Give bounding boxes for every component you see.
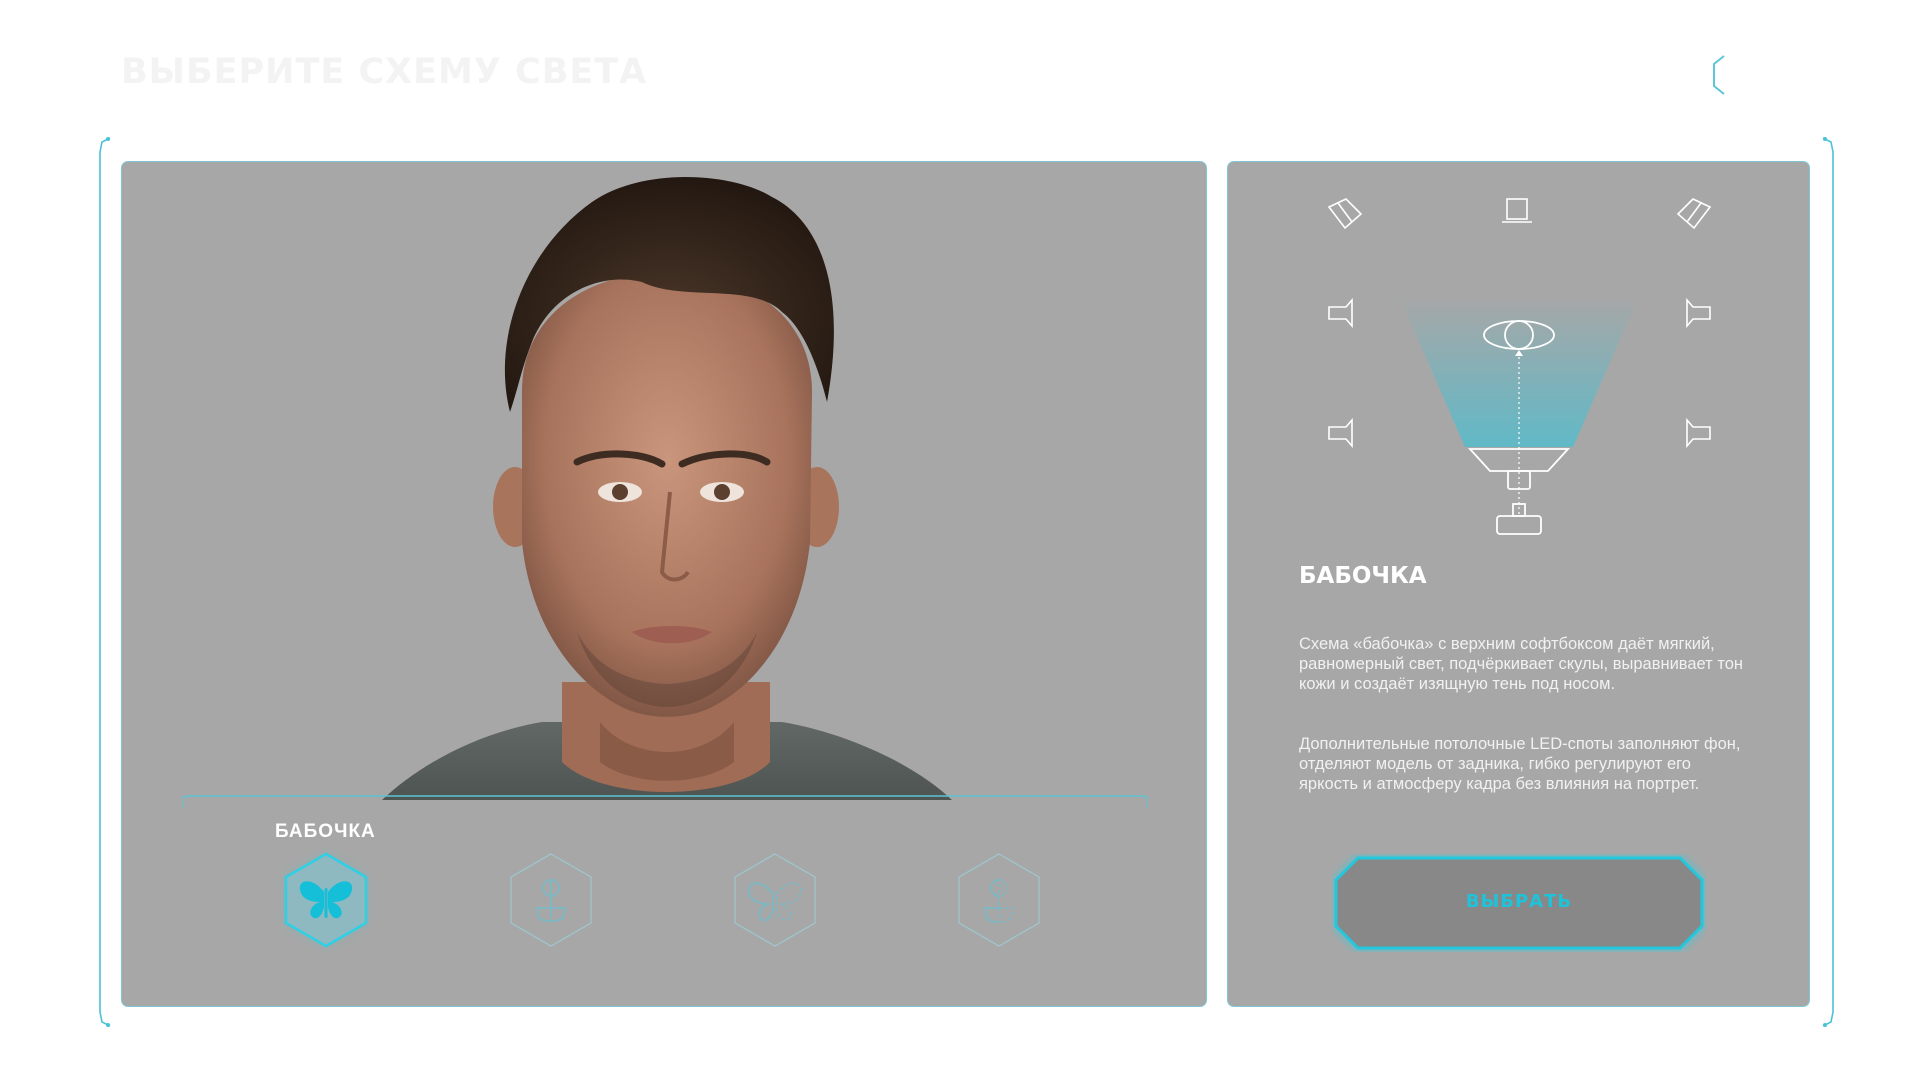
- frame-bracket-right: [1822, 137, 1834, 1027]
- scheme-rembrandt-button[interactable]: [503, 848, 599, 952]
- scheme-details-panel: БАБОЧКА Схема «бабочка» с верхним софтбо…: [1227, 161, 1810, 1007]
- scheme-title: БАБОЧКА: [1299, 563, 1427, 589]
- right-upper-lamp-icon: [1686, 297, 1711, 329]
- softbox-icon: [1467, 448, 1571, 535]
- lighting-diagram: [1327, 198, 1712, 535]
- top-right-lamp-icon: [1676, 198, 1712, 230]
- right-lower-lamp-icon: [1686, 417, 1711, 449]
- split-light-icon: [958, 853, 1040, 947]
- left-upper-lamp-icon: [1328, 297, 1353, 329]
- top-left-lamp-icon: [1327, 198, 1363, 230]
- top-center-lamp-icon: [1502, 198, 1532, 223]
- scheme-split-light-button[interactable]: [951, 848, 1047, 952]
- page-title: ВЫБЕРИТЕ СХЕМУ СВЕТА: [121, 52, 648, 92]
- scheme-description-2: Дополнительные потолочные LED-споты запо…: [1299, 735, 1741, 793]
- rembrandt-icon: [510, 853, 592, 947]
- scheme-butterfly-button[interactable]: [278, 848, 374, 952]
- preview-panel: БАБОЧКА: [121, 161, 1207, 1007]
- left-lower-lamp-icon: [1328, 417, 1353, 449]
- back-arrow-icon: [1713, 55, 1725, 95]
- carousel-divider: [182, 795, 1148, 808]
- frame-bracket-left: [99, 137, 111, 1027]
- select-button[interactable]: ВЫБРАТЬ: [1332, 854, 1706, 952]
- selected-scheme-label: БАБОЧКА: [275, 821, 376, 842]
- scheme-description-1: Схема «бабочка» с верхним софтбоксом даё…: [1299, 635, 1743, 693]
- split-butterfly-icon: [734, 853, 816, 947]
- back-button[interactable]: [1706, 52, 1746, 98]
- portrait-photo: [382, 177, 952, 800]
- butterfly-icon: [284, 852, 368, 948]
- scheme-split-butterfly-button[interactable]: [727, 848, 823, 952]
- select-button-label: ВЫБРАТЬ: [1465, 891, 1573, 912]
